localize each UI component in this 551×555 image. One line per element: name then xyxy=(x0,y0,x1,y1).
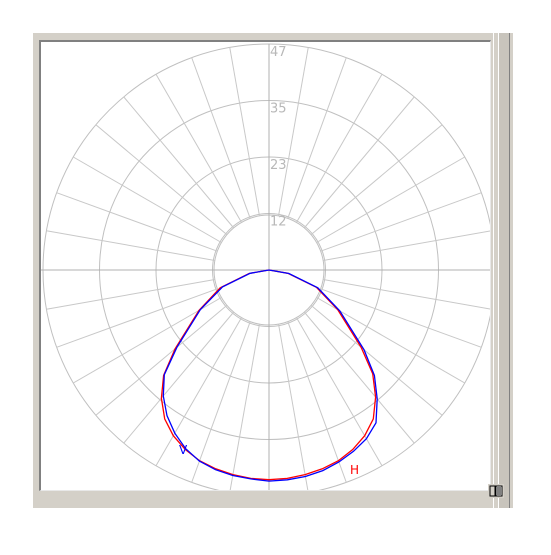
ring-label: 47 xyxy=(270,45,287,60)
grid-spoke xyxy=(56,288,218,348)
grid-spoke xyxy=(316,156,465,243)
grid-spoke xyxy=(323,279,490,310)
ring-label: 35 xyxy=(270,102,287,117)
grid-spoke xyxy=(191,57,251,219)
grid-spoke xyxy=(56,192,218,252)
polar-plot-area: 12 23 35 47 H V xyxy=(39,40,491,491)
series-v-curve xyxy=(162,269,378,482)
grid-spoke xyxy=(296,74,383,223)
grid-spoke xyxy=(287,321,347,483)
grid-spoke xyxy=(229,47,260,216)
resize-grip-icon[interactable] xyxy=(488,484,504,498)
ring-label: 12 xyxy=(270,215,287,230)
grid-spoke xyxy=(296,317,383,466)
grid-spoke xyxy=(155,74,242,223)
grid-ring xyxy=(42,43,490,490)
grid-spoke xyxy=(229,324,260,490)
grid-spoke xyxy=(46,230,215,261)
polar-chart: 12 23 35 47 H V xyxy=(41,43,490,490)
grid-spoke xyxy=(73,156,222,243)
grid-spoke xyxy=(323,230,490,261)
grid-spoke xyxy=(320,192,482,252)
grid-spoke xyxy=(278,324,309,490)
series-h-label: H xyxy=(350,463,359,477)
scrollbar-thumb[interactable] xyxy=(498,33,510,508)
grid-spoke xyxy=(155,317,242,466)
grid-spoke xyxy=(46,279,215,310)
grid-spoke xyxy=(278,47,309,216)
grid-spoke xyxy=(191,321,251,483)
grid-spoke xyxy=(287,57,347,219)
ring-label: 23 xyxy=(270,158,287,173)
series-v-label: V xyxy=(179,443,188,457)
